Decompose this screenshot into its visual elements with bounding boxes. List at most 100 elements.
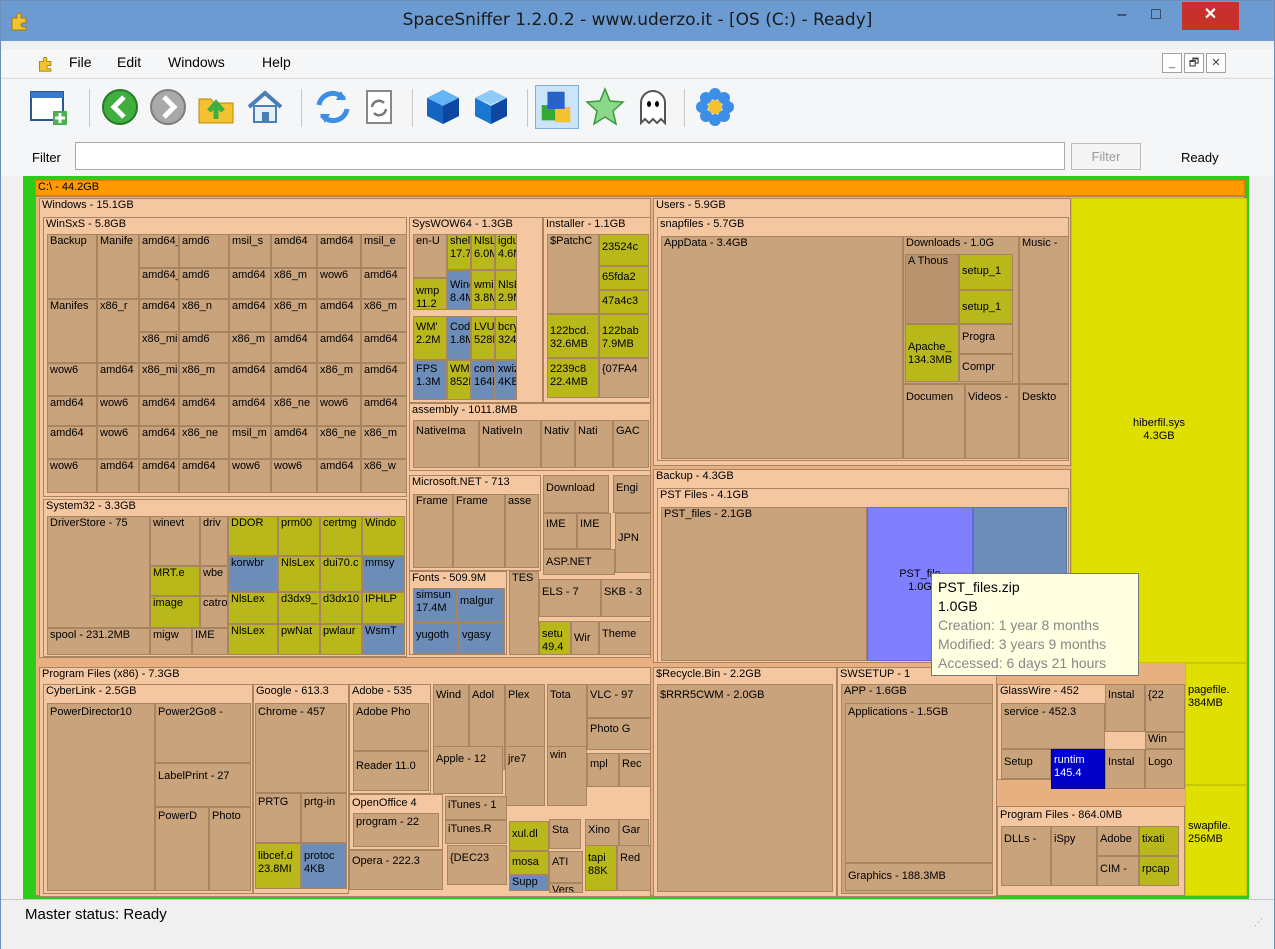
winsxs-item[interactable]: amd64_ bbox=[139, 234, 179, 268]
applications-folder[interactable]: Applications - 1.5GB bbox=[845, 703, 993, 863]
downloads-item[interactable]: Compr bbox=[959, 354, 1013, 382]
menu-file[interactable]: File bbox=[69, 54, 92, 70]
winsxs-item[interactable]: amd64 bbox=[97, 459, 139, 493]
winsxs-item[interactable]: wow6 bbox=[97, 396, 139, 426]
brace-folder[interactable]: {22 bbox=[1145, 684, 1185, 732]
maximize-button[interactable]: □ bbox=[1141, 2, 1171, 30]
videos-folder[interactable]: Videos - bbox=[965, 384, 1019, 459]
winsxs-item[interactable]: msil_e bbox=[361, 234, 407, 268]
winsxs-item[interactable]: x86_mi bbox=[139, 332, 179, 363]
dotnet-item[interactable]: asse bbox=[505, 494, 539, 568]
syswow64-item[interactable]: en-U bbox=[413, 234, 447, 278]
cyberlink-item[interactable]: LabelPrint - 27 bbox=[155, 763, 251, 807]
winsxs-item[interactable]: amd64 bbox=[229, 268, 271, 299]
filter-input[interactable] bbox=[75, 142, 1065, 170]
pf-item[interactable]: tapi 88K bbox=[585, 845, 617, 891]
resize-grip-icon[interactable]: ⋰ bbox=[1254, 917, 1264, 927]
skb-folder[interactable]: SKB - 3 bbox=[601, 579, 651, 617]
logo-folder[interactable]: Logo bbox=[1145, 749, 1185, 789]
win-folder[interactable]: Win bbox=[1145, 732, 1185, 749]
syswow64-item[interactable]: wmp 11.2 bbox=[413, 278, 447, 310]
system32-item[interactable]: spool - 231.2MB bbox=[47, 628, 150, 655]
pf-item[interactable]: tixati bbox=[1139, 826, 1179, 856]
pf-item[interactable]: CIM - bbox=[1097, 856, 1139, 886]
winsxs-item[interactable]: amd64 bbox=[317, 234, 361, 268]
winsxs-item[interactable]: x86_m bbox=[361, 426, 407, 459]
pf-item[interactable]: Adobe bbox=[1097, 826, 1139, 856]
winsxs-item[interactable]: x86_m bbox=[229, 332, 271, 363]
fonts-item[interactable]: yugoth bbox=[413, 622, 459, 654]
winsxs-item[interactable]: amd64 bbox=[271, 234, 317, 268]
winsxs-item[interactable]: amd64 bbox=[271, 363, 317, 396]
ime-folder[interactable]: IME bbox=[543, 513, 577, 549]
winsxs-item[interactable]: wow6 bbox=[229, 459, 271, 493]
installer-item[interactable]: 47a4c3 bbox=[599, 290, 649, 314]
cyberlink-item[interactable]: Power2Go8 - bbox=[155, 703, 251, 763]
syswow64-item[interactable]: WM!852K bbox=[447, 360, 471, 400]
winsxs-item[interactable]: Backup bbox=[47, 234, 97, 299]
chrome-folder[interactable]: Chrome - 457 bbox=[255, 703, 347, 793]
system32-item[interactable]: IPHLP bbox=[362, 592, 405, 624]
title-bar[interactable]: SpaceSniffer 1.2.0.2 - www.uderzo.it - [… bbox=[1, 1, 1274, 41]
downloads-item[interactable]: Progra bbox=[959, 324, 1013, 354]
download-folder[interactable]: Download bbox=[543, 475, 609, 513]
winsxs-item[interactable]: amd64 bbox=[139, 299, 179, 332]
els-folder[interactable]: ELS - 7 bbox=[539, 579, 601, 617]
pf-item[interactable]: iTunes.R bbox=[445, 820, 507, 844]
ghost-button[interactable] bbox=[631, 85, 675, 129]
cyberlink-item[interactable]: Photo bbox=[209, 807, 251, 891]
downloads-item[interactable]: setup_1 bbox=[959, 254, 1013, 290]
system32-item[interactable]: mmsy bbox=[362, 556, 405, 592]
tes-folder[interactable]: TES bbox=[509, 571, 539, 655]
syswow64-item[interactable]: NlsL6.0M bbox=[471, 234, 495, 270]
system32-item[interactable]: IME bbox=[192, 628, 228, 655]
syswow64-item[interactable]: bcry324K bbox=[495, 316, 517, 360]
appdata-folder[interactable]: AppData - 3.4GB bbox=[661, 236, 903, 459]
winsxs-item[interactable]: amd64 bbox=[97, 363, 139, 396]
options-button[interactable] bbox=[693, 85, 737, 129]
syswow64-item[interactable]: shel 17.7 bbox=[447, 234, 471, 270]
pf-item[interactable]: ATI bbox=[549, 851, 583, 883]
winsxs-item[interactable]: x86_m bbox=[361, 299, 407, 332]
installer-item[interactable]: 122bab 7.9MB bbox=[599, 314, 649, 358]
assembly-item[interactable]: Nativ bbox=[541, 420, 575, 468]
pf-item[interactable]: iTunes - 1 bbox=[445, 796, 507, 820]
downloads-item[interactable]: setup_1 bbox=[959, 290, 1013, 324]
system32-item[interactable]: NlsLex bbox=[228, 624, 278, 655]
cyberlink-item[interactable]: PowerDirector10 bbox=[47, 703, 155, 891]
syswow64-item[interactable]: Winc8.4M bbox=[447, 270, 471, 310]
system32-item[interactable]: Windo bbox=[362, 516, 405, 556]
winsxs-item[interactable]: x86_m bbox=[271, 268, 317, 299]
system32-item[interactable]: NlsLex bbox=[228, 592, 278, 624]
system32-item[interactable]: pwlaur bbox=[320, 624, 362, 655]
winsxs-item[interactable]: x86_w bbox=[361, 459, 407, 493]
pf-item[interactable]: xul.dl bbox=[509, 821, 549, 851]
winsxs-item[interactable]: x86_m bbox=[317, 363, 361, 396]
mdi-minimize-button[interactable]: _ bbox=[1162, 53, 1182, 73]
system32-item[interactable]: driv bbox=[200, 516, 228, 566]
fonts-item[interactable]: vgasy bbox=[459, 622, 505, 654]
winsxs-item[interactable]: amd64 bbox=[47, 396, 97, 426]
syswow64-item[interactable]: LVU528K bbox=[471, 316, 495, 360]
system32-item[interactable]: NlsLex bbox=[278, 556, 320, 592]
system32-item[interactable]: dui70.c bbox=[320, 556, 362, 592]
dotnet-item[interactable]: Frame bbox=[453, 494, 505, 568]
close-button[interactable]: ✕ bbox=[1182, 2, 1239, 30]
pf-item[interactable]: win bbox=[547, 746, 587, 806]
syswow64-item[interactable]: WM' 2.2M bbox=[413, 316, 447, 360]
winsxs-item[interactable]: amd64 bbox=[361, 268, 407, 299]
winsxs-item[interactable]: amd64 bbox=[229, 363, 271, 396]
winsxs-item[interactable]: amd6 bbox=[179, 332, 229, 363]
documents-folder[interactable]: Documen bbox=[903, 384, 965, 459]
winsxs-item[interactable]: x86_mi bbox=[139, 363, 179, 396]
prtg-folder[interactable]: prtg-in bbox=[301, 793, 347, 843]
winsxs-item[interactable]: x86_ne bbox=[179, 426, 229, 459]
winsxs-item[interactable]: amd64 bbox=[317, 459, 361, 493]
jpn-folder[interactable]: JPN bbox=[615, 513, 651, 573]
setu-folder[interactable]: setu 49.4 bbox=[539, 621, 571, 655]
installer-item[interactable]: 65fda2 bbox=[599, 266, 649, 290]
winsxs-item[interactable]: amd6 bbox=[179, 268, 229, 299]
pf-item[interactable]: Rec bbox=[619, 753, 651, 787]
syswow64-item[interactable]: Code1.8M bbox=[447, 316, 471, 360]
instal-folder[interactable]: Instal bbox=[1105, 684, 1145, 732]
